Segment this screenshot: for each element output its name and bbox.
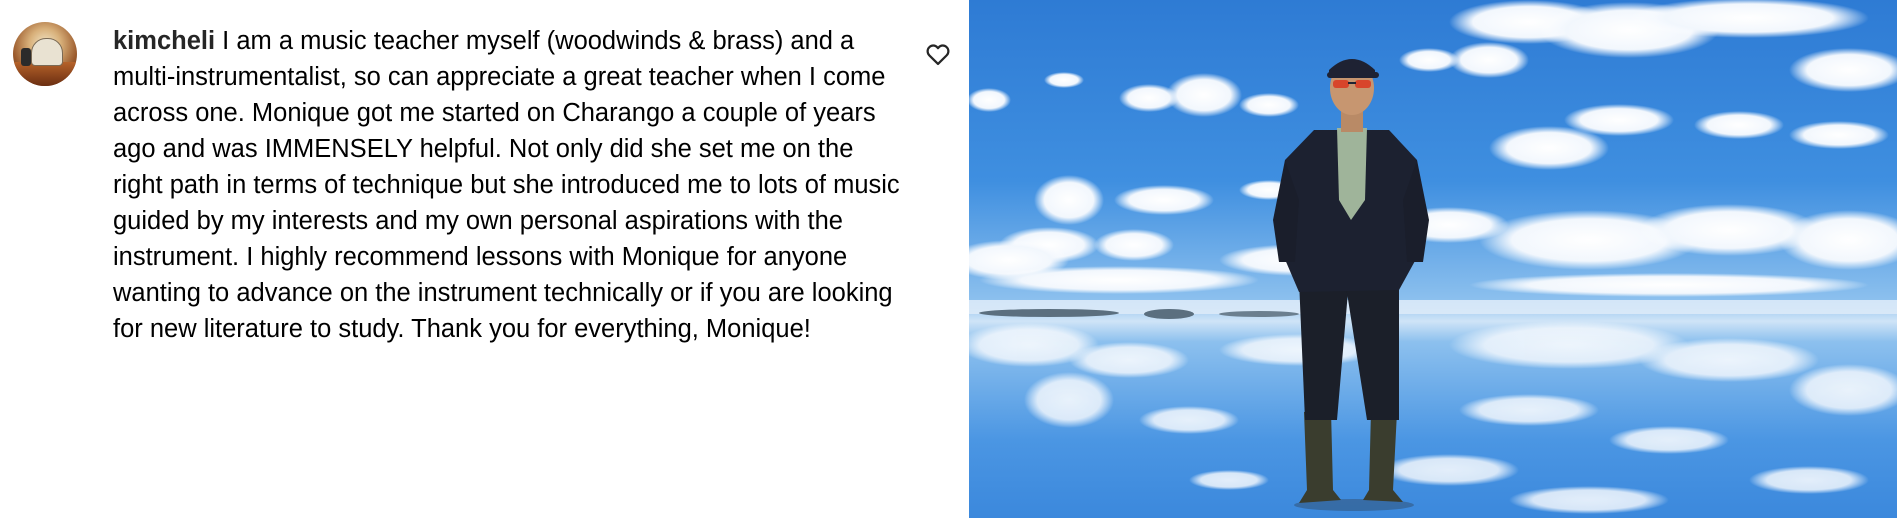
comment-post-view: kimcheli I am a music teacher myself (wo… [0,0,1897,518]
heart-outline-icon [926,44,950,66]
salt-flat-photo [969,0,1897,518]
like-button[interactable] [924,40,952,68]
comment-text: I am a music teacher myself (woodwinds &… [113,27,900,343]
avatar[interactable] [13,22,77,86]
avatar-dome [31,38,63,66]
comment-pane: kimcheli I am a music teacher myself (wo… [0,0,969,518]
post-photo[interactable] [969,0,1897,518]
avatar-figure [21,48,31,66]
comment-body: kimcheli I am a music teacher myself (wo… [113,23,903,347]
comment-username[interactable]: kimcheli [113,27,215,55]
